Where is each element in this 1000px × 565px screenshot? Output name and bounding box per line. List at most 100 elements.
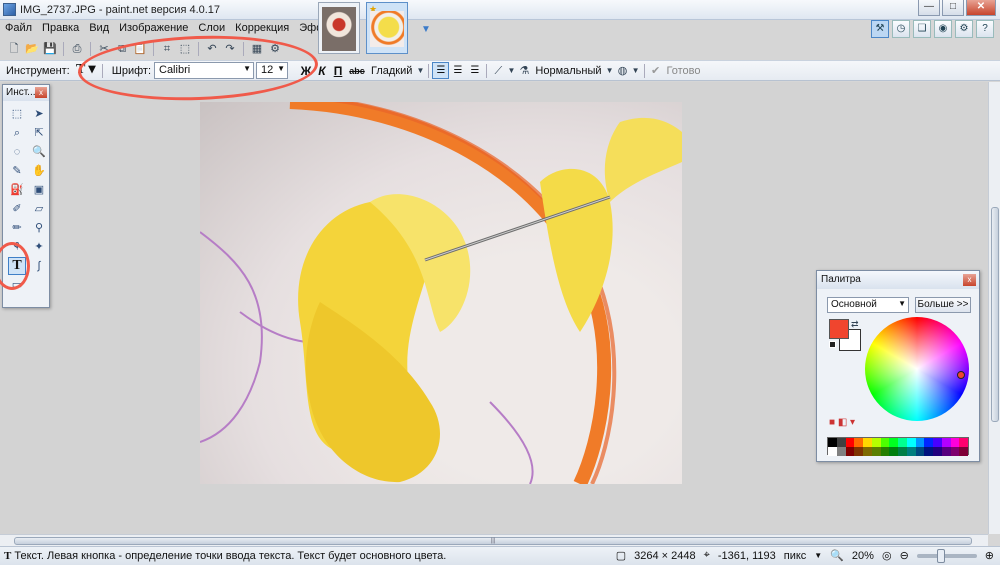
- palette-swatch[interactable]: [836, 438, 846, 447]
- settings-gear-icon[interactable]: ⚙: [955, 20, 973, 38]
- palette-swatch[interactable]: [924, 438, 933, 447]
- font-size-select[interactable]: 12 ▼: [256, 62, 288, 79]
- palette-swatch[interactable]: [959, 447, 968, 456]
- font-family-select[interactable]: Calibri ▼: [154, 62, 254, 79]
- palette-swatch[interactable]: [959, 438, 968, 447]
- palette-swatch[interactable]: [863, 438, 872, 447]
- align-left-button[interactable]: ☰: [432, 62, 450, 79]
- image-list-dropdown-icon[interactable]: ▼: [421, 24, 431, 35]
- tools-window-icon[interactable]: ⚒: [871, 20, 889, 38]
- palette-swatch[interactable]: [863, 447, 872, 456]
- maximize-button[interactable]: □: [942, 0, 964, 16]
- print-icon[interactable]: ⎙: [69, 41, 85, 57]
- zoom-out-icon[interactable]: ⊖: [900, 549, 909, 562]
- bold-button[interactable]: Ж: [298, 64, 314, 78]
- horizontal-scrollbar[interactable]: |||: [0, 534, 988, 546]
- finish-button[interactable]: Готово: [664, 65, 704, 77]
- palette-swatch[interactable]: [828, 438, 837, 447]
- menu-adjustments[interactable]: Коррекция: [230, 20, 294, 38]
- shapes-icon[interactable]: ▭: [8, 276, 26, 294]
- menu-file[interactable]: Файл: [0, 20, 37, 38]
- line-curve-icon[interactable]: ∫: [30, 257, 48, 275]
- cut-icon[interactable]: ✂: [96, 41, 112, 57]
- move-selected-icon[interactable]: ➤: [30, 105, 48, 123]
- close-button[interactable]: ✕: [966, 0, 996, 16]
- minimize-button[interactable]: —: [918, 0, 940, 16]
- recolor-icon[interactable]: ✦: [30, 238, 48, 256]
- vertical-scrollbar[interactable]: [988, 82, 1000, 534]
- strikethrough-button[interactable]: abc: [346, 66, 368, 76]
- align-right-button[interactable]: ☰: [466, 62, 483, 79]
- palette-close-button[interactable]: x: [963, 274, 976, 286]
- deselect-icon[interactable]: ⬚: [177, 41, 193, 57]
- zoom-fit-icon[interactable]: ◎: [882, 549, 892, 562]
- palette-swatch[interactable]: [880, 447, 890, 456]
- palette-swatch[interactable]: [933, 447, 942, 456]
- palette-swatch[interactable]: [924, 447, 933, 456]
- reset-colors-icon[interactable]: [829, 341, 836, 348]
- tools-window-titlebar[interactable]: Инст... x: [3, 85, 49, 101]
- move-selection-icon[interactable]: ⇱: [30, 124, 48, 142]
- more-colors-button[interactable]: Больше >>: [915, 297, 971, 313]
- selection-clipping-icon[interactable]: ◍: [615, 63, 631, 79]
- paste-icon[interactable]: 📋: [132, 41, 148, 57]
- menu-layers[interactable]: Слои: [193, 20, 230, 38]
- copy-icon[interactable]: ⧉: [114, 41, 130, 57]
- chevron-down-icon[interactable]: ▼: [415, 63, 425, 79]
- history-window-icon[interactable]: ◷: [892, 20, 910, 38]
- image-tab-1[interactable]: [318, 2, 360, 54]
- eraser-icon[interactable]: ▱: [30, 200, 48, 218]
- paintbrush-icon[interactable]: ✐: [8, 200, 26, 218]
- crop-icon[interactable]: ⌗: [159, 41, 175, 57]
- antialiasing-select[interactable]: Гладкий: [368, 65, 415, 77]
- palette-options-icon[interactable]: ■ ◧ ▾: [829, 417, 855, 428]
- palette-swatch[interactable]: [889, 438, 898, 447]
- chevron-down-icon[interactable]: ▼: [506, 63, 516, 79]
- blend-mode-select[interactable]: Нормальный: [532, 65, 604, 77]
- align-center-button[interactable]: ☰: [449, 62, 466, 79]
- palette-swatch[interactable]: [836, 447, 846, 456]
- zoom-level[interactable]: 20%: [852, 550, 874, 562]
- palette-swatch[interactable]: [950, 438, 960, 447]
- palette-swatch[interactable]: [898, 447, 907, 456]
- tools-close-button[interactable]: x: [35, 87, 47, 98]
- palette-swatch[interactable]: [854, 447, 863, 456]
- ellipse-select-icon[interactable]: ◌: [8, 143, 26, 161]
- gradient-icon[interactable]: ▣: [30, 181, 48, 199]
- italic-button[interactable]: К: [314, 64, 330, 78]
- palette-swatch[interactable]: [889, 447, 898, 456]
- color-wheel[interactable]: [865, 317, 969, 421]
- chevron-down-icon[interactable]: ▼: [814, 551, 822, 560]
- magic-wand-icon[interactable]: ✎: [8, 162, 26, 180]
- zoom-in-icon[interactable]: ⊕: [985, 549, 994, 562]
- color-picker-icon[interactable]: ⚲: [30, 219, 48, 237]
- menu-view[interactable]: Вид: [84, 20, 114, 38]
- menu-image[interactable]: Изображение: [114, 20, 193, 38]
- palette-swatch[interactable]: [854, 438, 863, 447]
- palette-swatch[interactable]: [880, 438, 890, 447]
- save-icon[interactable]: 💾: [42, 41, 58, 57]
- zoom-slider-knob[interactable]: [936, 548, 945, 563]
- chevron-down-icon[interactable]: ▼: [631, 63, 641, 79]
- palette-swatch[interactable]: [906, 447, 916, 456]
- paint-bucket-icon[interactable]: ⛽: [8, 181, 26, 199]
- zoom-icon[interactable]: 🔍: [30, 143, 48, 161]
- palette-swatch[interactable]: [871, 447, 881, 456]
- chevron-down-icon[interactable]: ▼: [605, 63, 615, 79]
- text-tool-icon[interactable]: T: [8, 257, 26, 275]
- layers-window-icon[interactable]: ❑: [913, 20, 931, 38]
- pan-hand-icon[interactable]: ✋: [30, 162, 48, 180]
- redo-icon[interactable]: ↷: [222, 41, 238, 57]
- menu-edit[interactable]: Правка: [37, 20, 84, 38]
- color-mode-select[interactable]: Основной ▼: [827, 297, 909, 313]
- text-tool-picker-icon[interactable]: T ▾: [73, 62, 99, 79]
- underline-button[interactable]: П: [330, 64, 346, 78]
- palette-swatch[interactable]: [915, 447, 925, 456]
- grid-icon[interactable]: ▦: [249, 41, 265, 57]
- pencil-icon[interactable]: ✏: [8, 219, 26, 237]
- primary-color-swatch[interactable]: [829, 319, 849, 339]
- palette-swatch[interactable]: [941, 447, 951, 456]
- image-tab-2[interactable]: ★: [366, 2, 408, 54]
- palette-swatch[interactable]: [941, 438, 951, 447]
- settings-icon[interactable]: ⚙: [267, 41, 283, 57]
